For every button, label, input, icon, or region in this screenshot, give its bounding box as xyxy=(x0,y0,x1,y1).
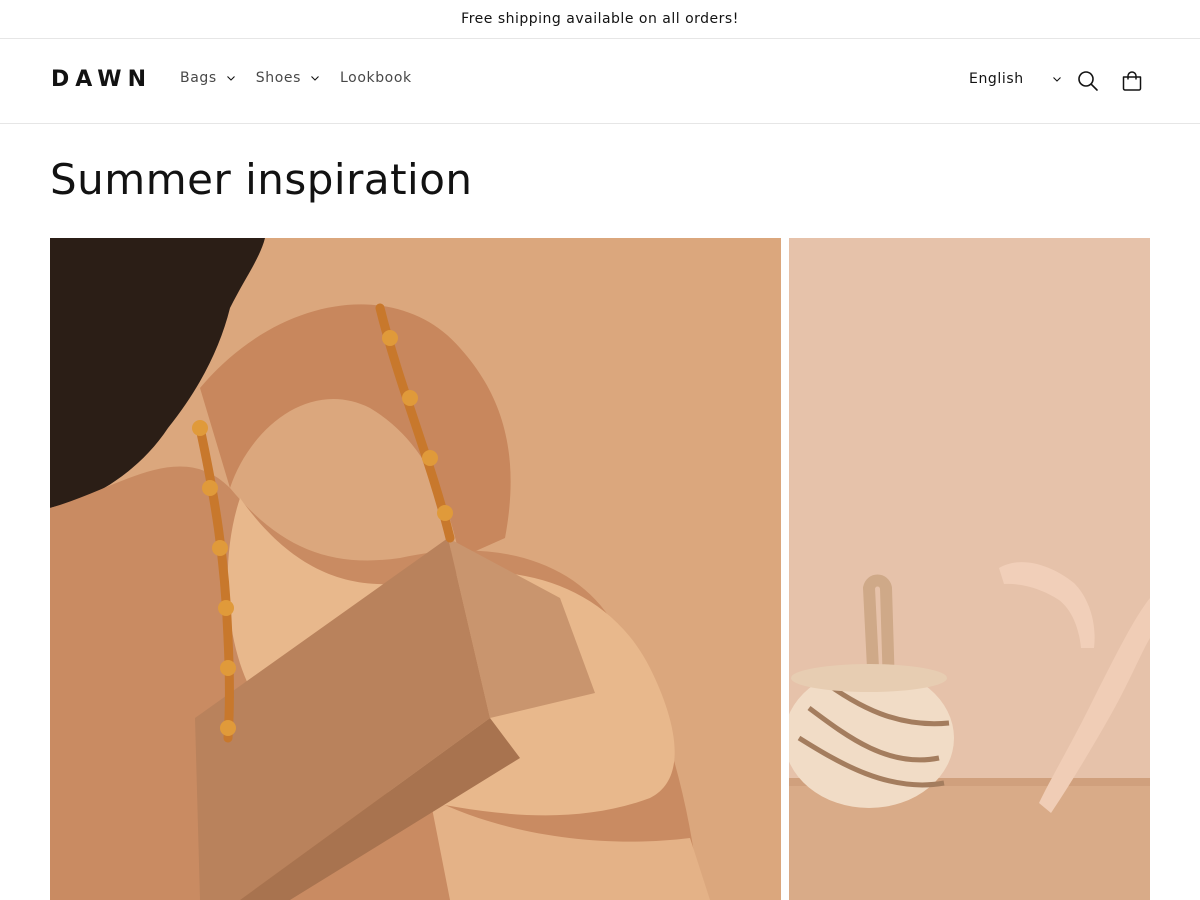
nav-item-label: Lookbook xyxy=(340,70,412,86)
announcement-text: Free shipping available on all orders! xyxy=(461,11,739,27)
chevron-down-icon xyxy=(310,73,320,83)
search-button[interactable] xyxy=(1076,69,1100,93)
cart-button[interactable] xyxy=(1120,69,1144,93)
nav-item-bags[interactable]: Bags xyxy=(180,70,236,86)
nav-item-label: Shoes xyxy=(255,70,301,86)
language-selector[interactable]: English xyxy=(969,71,1062,87)
site-header: DAWN Bags Shoes Lookbook English xyxy=(0,39,1200,124)
chevron-down-icon xyxy=(226,73,236,83)
nav-item-lookbook[interactable]: Lookbook xyxy=(340,70,412,86)
store-logo[interactable]: DAWN xyxy=(51,67,152,92)
cart-icon xyxy=(1121,70,1143,92)
language-selector-value: English xyxy=(969,71,1024,87)
nav-item-label: Bags xyxy=(180,70,217,86)
nav-item-shoes[interactable]: Shoes xyxy=(256,70,320,86)
gallery-image-model-with-bag[interactable] xyxy=(50,238,781,900)
hand-with-bag-illustration xyxy=(789,238,1150,900)
chevron-down-icon xyxy=(1052,74,1062,84)
main-nav: Bags Shoes Lookbook xyxy=(180,70,412,86)
gallery-image-hand-with-bag[interactable] xyxy=(789,238,1150,900)
model-with-bag-illustration xyxy=(50,238,781,900)
search-icon xyxy=(1077,70,1099,92)
page-title: Summer inspiration xyxy=(50,155,473,204)
announcement-bar: Free shipping available on all orders! xyxy=(0,0,1200,39)
lookbook-gallery xyxy=(50,238,1150,900)
